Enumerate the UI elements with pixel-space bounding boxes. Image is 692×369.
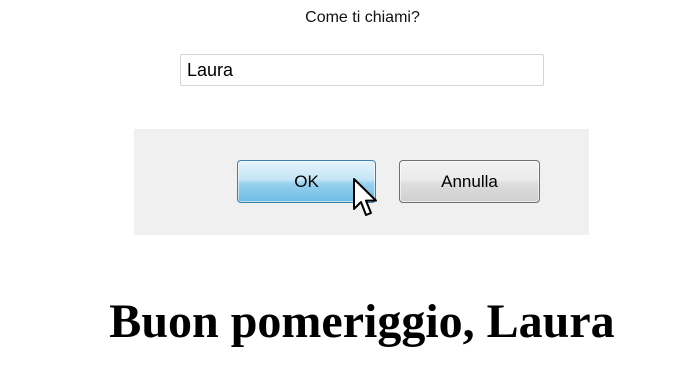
prompt-label: Come ti chiami? bbox=[305, 9, 420, 26]
name-input[interactable] bbox=[180, 54, 544, 86]
greeting-heading: Buon pomeriggio, Laura bbox=[109, 295, 615, 348]
mouse-cursor-icon bbox=[353, 178, 377, 216]
cancel-button[interactable]: Annulla bbox=[399, 160, 540, 203]
